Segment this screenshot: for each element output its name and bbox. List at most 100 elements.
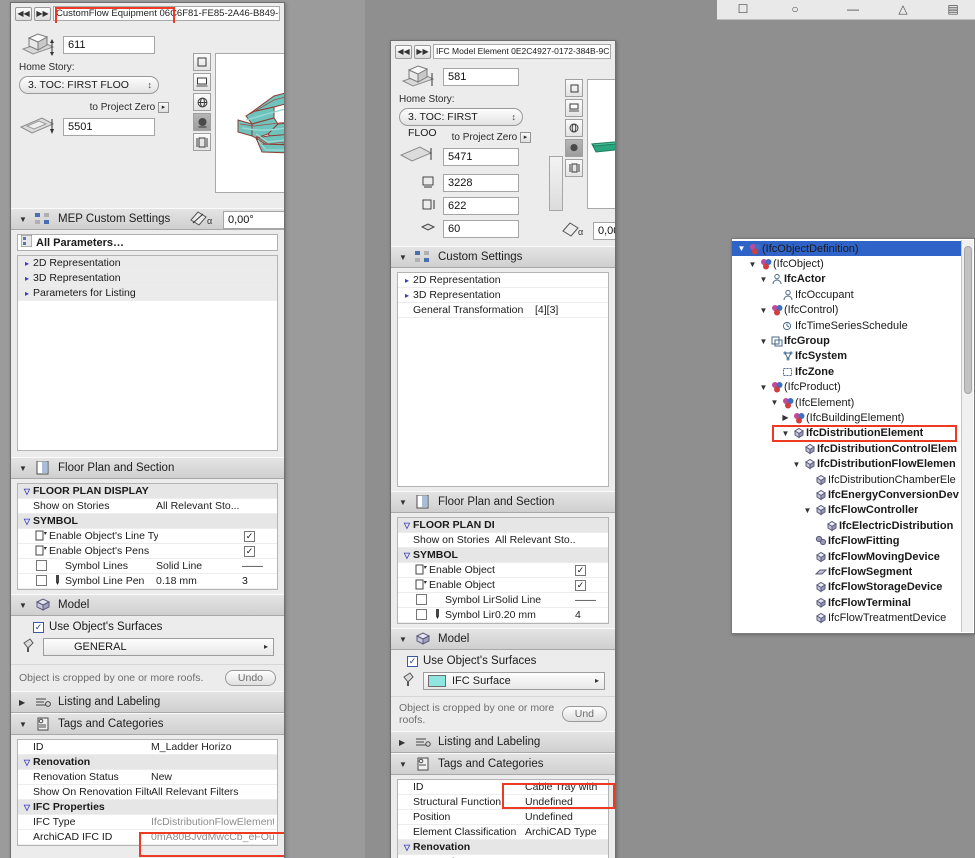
tree-node[interactable]: IfcTimeSeriesSchedule (732, 318, 961, 333)
material-select[interactable]: IFC Surface (423, 671, 605, 690)
tag-row[interactable]: Position Undefined (398, 810, 608, 825)
tree-node[interactable]: IfcDistributionControlElem (732, 441, 961, 456)
row-value[interactable]: ArchiCAD Type (525, 826, 605, 838)
undo-button[interactable]: Und (561, 706, 607, 722)
chevron-down-icon[interactable]: ▽ (21, 517, 33, 526)
proportional-lock-slider[interactable] (549, 156, 563, 211)
tree-node[interactable]: IfcZone (732, 364, 961, 379)
tag-row[interactable]: Element Classification ArchiCAD Type (398, 825, 608, 840)
top-toolbar[interactable]: ☐ ○ — △ ▤ (717, 0, 975, 20)
angle-input[interactable]: 0,00° (593, 222, 615, 240)
chevron-down-icon[interactable]: ▽ (401, 843, 413, 852)
next-button[interactable]: ▶▶ (414, 44, 431, 59)
circle-icon[interactable]: ○ (787, 2, 803, 16)
trapezoid-icon[interactable]: △ (895, 2, 911, 16)
left-material-row[interactable]: GENERAL (11, 637, 284, 658)
param-row[interactable]: Symbol LinesSolid Line—— (398, 593, 608, 608)
home-story-select[interactable]: 3. TOC: FIRST FLOO (399, 108, 523, 139)
dim-b-input[interactable]: 622 (443, 197, 519, 216)
chevron-down-icon[interactable]: ▽ (21, 803, 33, 812)
chevron-right-icon[interactable]: ▶ (780, 413, 791, 422)
chevron-right-icon[interactable]: ▸ (401, 291, 413, 300)
mid-tags-list[interactable]: ID Cable Tray with Structural Function Unde… (397, 779, 609, 858)
section-custom-settings[interactable]: ▼ Custom Settings (391, 246, 615, 268)
tag-row[interactable]: IFC Type IfcDistributionFlowElement (18, 815, 277, 830)
chevron-down-icon[interactable]: ▼ (758, 306, 769, 315)
section-tags-and-categories[interactable]: ▼ Tags and Categories (391, 753, 615, 775)
left-angle-row[interactable]: α 0,00° (189, 208, 284, 232)
tree-node[interactable]: IfcFlowFitting (732, 533, 961, 548)
row-checkbox[interactable] (413, 608, 429, 622)
home-story-select[interactable]: 3. TOC: FIRST FLOO (19, 76, 159, 94)
object-settings-panel-left[interactable]: ◀◀ ▶▶ CustomFlow Equipment 06C6F81-FE85-… (10, 2, 285, 858)
param-group-row[interactable]: ▽FLOOR PLAN DISPLAY (398, 518, 608, 533)
prev-button[interactable]: ◀◀ (395, 44, 412, 59)
material-select[interactable]: GENERAL (43, 637, 274, 656)
section-floor-plan-and-section[interactable]: ▼ Floor Plan and Section (391, 491, 615, 513)
tree-node[interactable]: IfcFlowTreatmentDevice (732, 610, 961, 625)
project-zero-popup-button[interactable]: ▸ (158, 102, 169, 113)
tree-node[interactable]: IfcFlowMovingDevice (732, 549, 961, 564)
all-parameters-button[interactable]: All Parameters… (17, 234, 278, 251)
mid-angle-row[interactable]: α 0,00° (561, 219, 615, 243)
tree-node[interactable]: IfcSystem (732, 349, 961, 364)
chevron-down-icon[interactable]: ▼ (19, 215, 28, 224)
globe-icon[interactable] (193, 93, 211, 111)
param-row[interactable]: ▸ 2D Representation (398, 273, 608, 288)
chevron-down-icon[interactable]: ▼ (736, 244, 747, 253)
project-zero-popup-button[interactable]: ▸ (520, 132, 531, 143)
param-row[interactable]: Enable Object's Line Types ✓ (18, 529, 277, 544)
section-floor-plan-and-section[interactable]: ▼ Floor Plan and Section (11, 457, 284, 479)
chevron-down-icon[interactable]: ▼ (399, 253, 408, 262)
chevron-down-icon[interactable]: ▼ (802, 506, 813, 515)
chevron-down-icon[interactable]: ▼ (758, 275, 769, 284)
param-row[interactable]: Show on Stories All Relevant Sto... (18, 499, 277, 514)
param-row-1[interactable]: ▸ 3D Representation (18, 271, 277, 286)
row-checkbox[interactable] (33, 574, 49, 588)
project-zero-input[interactable]: 5501 (63, 118, 155, 137)
tree-node[interactable]: ▼ IfcFlowController (732, 503, 961, 518)
element-title-field[interactable]: CustomFlow Equipment 06C6F81-FE85-2A46-B… (53, 6, 280, 21)
mid-nav-row[interactable]: ◀◀ ▶▶ IFC Model Element 0E2C4927-0172-38… (391, 41, 615, 61)
section-model[interactable]: ▼ Model (391, 628, 615, 650)
chevron-down-icon[interactable]: ▼ (19, 720, 28, 729)
elevation-input[interactable]: 611 (63, 36, 155, 54)
tree-node[interactable]: IfcElectricDistribution (732, 518, 961, 533)
param-row[interactable]: Enable Object's Line Types ✓ (398, 563, 608, 578)
split-icon[interactable]: ▤ (945, 2, 961, 16)
chevron-right-icon[interactable]: ▸ (401, 276, 413, 285)
param-group-row[interactable]: ▽FLOOR PLAN DISPLAY (18, 484, 277, 499)
chevron-down-icon[interactable]: ▼ (780, 429, 791, 438)
tree-node[interactable]: ▼ IfcActor (732, 272, 961, 287)
chevron-right-icon[interactable]: ▸ (21, 289, 33, 298)
tag-row[interactable]: ID M_Ladder Horizo (18, 740, 277, 755)
shaded-icon[interactable] (565, 139, 583, 157)
tree-node[interactable]: IfcOccupant (732, 287, 961, 302)
tree-node[interactable]: IfcFlowSegment (732, 564, 961, 579)
param-row-0[interactable]: ▸ 2D Representation (18, 256, 277, 271)
chevron-down-icon[interactable]: ▼ (19, 601, 28, 610)
tag-group-row[interactable]: ▽ Renovation (18, 755, 277, 770)
param-row[interactable]: Enable Object's Pens ✓ (398, 578, 608, 593)
element-title-field[interactable]: IFC Model Element 0E2C4927-0172-384B-9C1… (433, 44, 611, 59)
chevron-down-icon[interactable]: ▼ (791, 460, 802, 469)
tree-node[interactable]: ▼ (IfcProduct) (732, 380, 961, 395)
prev-button[interactable]: ◀◀ (15, 6, 32, 21)
ifc-model-element-panel-middle[interactable]: ◀◀ ▶▶ IFC Model Element 0E2C4927-0172-38… (390, 40, 616, 858)
chevron-down-icon[interactable]: ▼ (399, 498, 408, 507)
monitor-icon[interactable] (565, 99, 583, 117)
project-zero-input[interactable]: 5471 (443, 148, 519, 167)
param-row[interactable]: ▸ 3D Representation (398, 288, 608, 303)
use-object-surfaces-checkbox[interactable]: ✓ (407, 655, 418, 667)
param-row[interactable]: Symbol LinesSolid Line—— (18, 559, 277, 574)
use-object-surfaces-checkbox[interactable]: ✓ (33, 621, 44, 633)
param-row[interactable]: Symbol Line Pen0.20 mm 4 (398, 608, 608, 623)
angle-input[interactable]: 0,00° (223, 211, 284, 229)
left-3d-preview[interactable] (215, 53, 284, 193)
next-button[interactable]: ▶▶ (34, 6, 51, 21)
chevron-down-icon[interactable]: ▼ (747, 260, 758, 269)
left-tags-list[interactable]: ID M_Ladder Horizo ▽ Renovation Renovation S… (17, 739, 278, 846)
chevron-down-icon[interactable]: ▼ (399, 635, 408, 644)
tree-node[interactable]: ▼ (IfcObjectDefinition) (732, 241, 961, 257)
ruler-icon[interactable]: — (845, 2, 861, 16)
